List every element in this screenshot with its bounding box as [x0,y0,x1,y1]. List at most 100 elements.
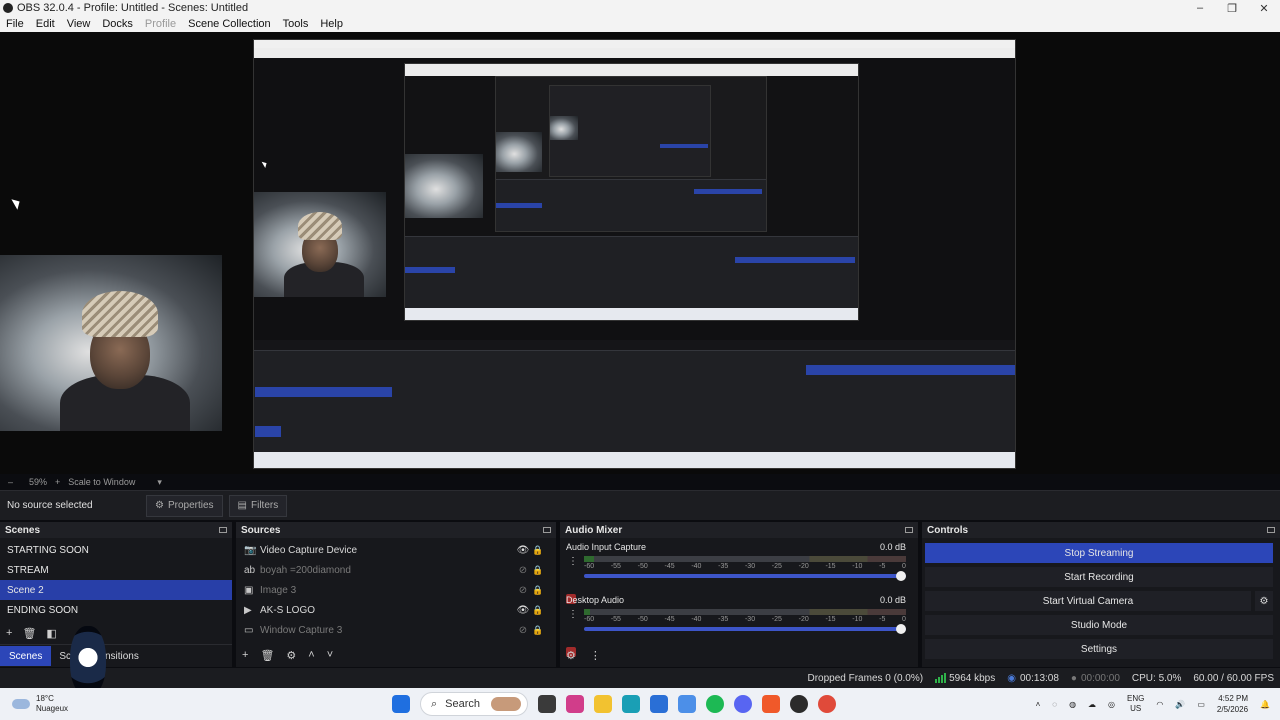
visibility-hidden-icon[interactable]: ⊘ [516,585,530,596]
obs-icon[interactable] [790,695,808,713]
zoom-out-button[interactable]: – [8,477,13,487]
discord-icon[interactable] [734,695,752,713]
record-icon: ● [1070,672,1077,684]
move-up-icon[interactable]: ˄ [308,649,314,661]
spotify-icon[interactable] [706,695,724,713]
remove-scene-icon[interactable]: 🗑 [22,627,36,640]
minimize-button[interactable]: – [1184,2,1216,15]
float-dock-icon[interactable] [219,527,227,533]
menu-scene-collection[interactable]: Scene Collection [182,18,277,30]
slider-handle[interactable] [896,624,906,634]
scene-item-selected[interactable]: Scene 2 [0,580,232,600]
lock-icon[interactable]: 🔒 [530,625,546,636]
instagram-icon[interactable] [566,695,584,713]
settings-button[interactable]: Settings [925,639,1273,659]
cpu-usage: CPU: 5.0% [1131,672,1182,684]
properties-button[interactable]: ⚙ Properties [146,494,223,517]
channel-name: Desktop Audio [566,595,625,605]
context-bar: No source selected ⚙ Properties ▤ Filter… [0,490,1280,520]
preview-canvas[interactable] [0,32,1280,474]
volume-slider[interactable] [584,571,906,581]
visibility-hidden-icon[interactable]: ⊘ [516,565,530,576]
scenes-dock: Scenes STARTING SOON STREAM Scene 2 ENDI… [0,522,232,667]
scene-item[interactable]: STREAM [0,560,232,580]
mixer-channel: Desktop Audio 0.0 dB ⋮ -60 -55 -50 -45 -40 -3… [566,595,906,657]
wifi-icon[interactable]: ◠ [1156,700,1163,709]
mixer-menu-icon[interactable]: ⋮ [590,649,601,662]
source-item[interactable]: ▶ AK-S LOGO 👁 🔒 [236,600,556,620]
scene-item[interactable]: STARTING SOON [0,540,232,560]
zoom-in-button[interactable]: + [55,477,60,487]
menu-help[interactable]: Help [314,18,349,30]
menu-tools[interactable]: Tools [277,18,315,30]
scene-item[interactable]: ENDING SOON [0,600,232,620]
visibility-hidden-icon[interactable]: ⊘ [516,625,530,636]
visibility-eye-icon[interactable]: 👁 [516,605,530,616]
slider-handle[interactable] [896,571,906,581]
menu-file[interactable]: File [0,18,30,30]
apps-icon[interactable] [678,695,696,713]
menu-view[interactable]: View [61,18,97,30]
float-dock-icon[interactable] [905,527,913,533]
clock[interactable]: 4:52 PM 2/5/2026 [1217,693,1248,715]
source-item[interactable]: ▣ Image 3 ⊘ 🔒 [236,580,556,600]
filters-button[interactable]: ▤ Filters [228,494,288,517]
tray-cloud-icon[interactable]: ☁ [1088,700,1096,709]
volume-icon[interactable]: 🔊 [1175,700,1185,709]
virtual-camera-settings-icon[interactable]: ⚙ [1255,591,1273,611]
source-item[interactable]: ▭ Window Capture 3 ⊘ 🔒 [236,620,556,640]
start-virtual-camera-button[interactable]: Start Virtual Camera [925,591,1251,611]
notification-bell-icon[interactable]: 🔔 [1260,700,1270,709]
language-indicator[interactable]: ENG US [1127,694,1144,714]
brave-icon[interactable] [762,695,780,713]
scale-mode-select[interactable]: Scale to Window [68,477,135,487]
advanced-audio-icon[interactable]: ⚙ [566,649,576,662]
float-dock-icon[interactable] [543,527,551,533]
lock-icon[interactable]: 🔒 [530,605,546,616]
menu-edit[interactable]: Edit [30,18,61,30]
remove-source-icon[interactable]: 🗑 [260,649,274,662]
studio-mode-button[interactable]: Studio Mode [925,615,1273,635]
menu-profile[interactable]: Profile [139,18,182,30]
tray-app-icon[interactable]: ◌ [1052,700,1057,709]
text-icon: ab [244,564,256,576]
weather-widget[interactable]: 18°C Nuageux [0,694,68,714]
task-view-icon[interactable] [538,695,556,713]
tray-steam-icon[interactable]: ◍ [1069,700,1076,709]
store-icon[interactable] [650,695,668,713]
chrome-icon[interactable] [818,695,836,713]
add-source-icon[interactable]: + [242,649,248,661]
add-scene-icon[interactable]: + [6,627,12,639]
lock-icon[interactable]: 🔒 [530,545,546,556]
maximize-button[interactable]: ❐ [1216,2,1248,15]
battery-icon[interactable]: ▭ [1197,700,1205,709]
tray-discord-icon[interactable]: ◎ [1108,700,1115,709]
scene-filter-icon[interactable]: ◧ [46,627,56,640]
taskbar-search[interactable]: ⌕ Search [420,692,528,716]
lock-icon[interactable]: 🔒 [530,565,546,576]
float-dock-icon[interactable] [1267,527,1275,533]
source-settings-icon[interactable]: ⚙ [286,649,296,662]
lock-icon[interactable]: 🔒 [530,585,546,596]
window-title: OBS 32.0.4 - Profile: Untitled - Scenes:… [17,2,249,14]
chevron-up-icon[interactable]: ˄ [1036,700,1041,709]
chevron-down-icon[interactable]: ▾ [157,477,162,488]
tab-scenes[interactable]: Scenes [0,646,52,666]
start-recording-button[interactable]: Start Recording [925,567,1273,587]
stream-timer: ◉ 00:13:08 [1007,672,1059,684]
visibility-eye-icon[interactable]: 👁 [516,545,530,556]
channel-menu-icon[interactable]: ⋮ [568,556,578,567]
source-item[interactable]: ab boyah =200diamond ⊘ 🔒 [236,560,556,580]
menu-docks[interactable]: Docks [96,18,139,30]
source-item[interactable]: 📷 Video Capture Device 👁 🔒 [236,540,556,560]
sources-title: Sources [241,524,281,536]
start-icon[interactable] [392,695,410,713]
close-button[interactable]: ✕ [1248,2,1280,15]
stop-streaming-button[interactable]: Stop Streaming [925,543,1273,563]
channel-menu-icon[interactable]: ⋮ [568,609,578,620]
move-down-icon[interactable]: ˅ [327,649,333,661]
file-explorer-icon[interactable] [594,695,612,713]
volume-slider[interactable] [584,624,906,634]
no-source-label: No source selected [7,500,93,511]
edge-icon[interactable] [622,695,640,713]
